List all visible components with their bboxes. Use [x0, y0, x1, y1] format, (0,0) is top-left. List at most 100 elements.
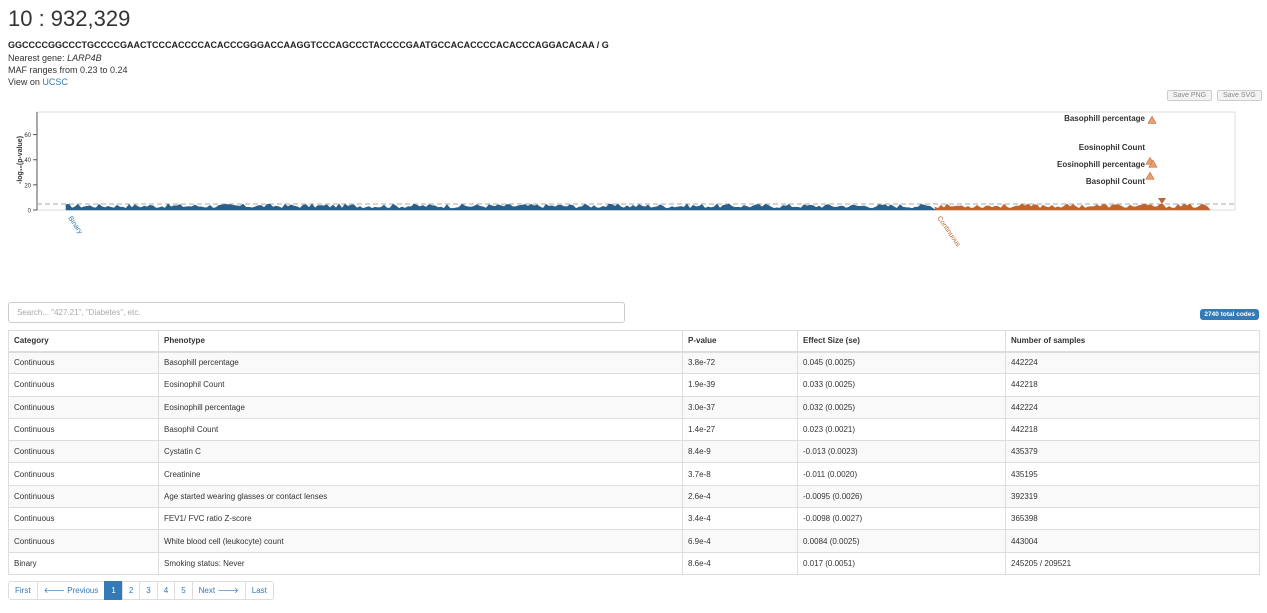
cell-samples: 365398 [1005, 507, 1260, 531]
cell-effect-size: 0.0084 (0.0025) [797, 529, 1006, 553]
cell-category[interactable]: Continuous [8, 462, 159, 486]
category-label-continuous[interactable]: Continuous [935, 215, 961, 248]
cell-category[interactable]: Continuous [8, 417, 159, 442]
table-header-row: Category Phenotype P-value Effect Size (… [8, 330, 1260, 353]
cell-phenotype: Basophill percentage [158, 350, 683, 375]
column-header-samples[interactable]: Number of samples [1005, 330, 1260, 353]
pager-next[interactable]: Next 🡒 [191, 581, 246, 600]
continuous-series [934, 203, 1211, 211]
cell-phenotype: Eosinophill percentage [158, 395, 683, 419]
table-row[interactable]: Continuous Eosinophil Count 1.9e-39 0.033 (… [8, 373, 1260, 397]
column-header-phenotype[interactable]: Phenotype [158, 330, 683, 353]
cell-phenotype: Cystatin C [158, 440, 683, 464]
cell-effect-size: 0.017 (0.0051) [797, 551, 1006, 575]
cell-samples: 442224 [1005, 395, 1260, 419]
save-png-button[interactable]: Save PNG [1167, 90, 1213, 101]
cell-samples: 392319 [1005, 484, 1260, 509]
pager-page-2[interactable]: 2 [121, 581, 141, 600]
cell-category[interactable]: Continuous [8, 484, 159, 509]
cell-phenotype: Smoking status: Never [158, 551, 683, 575]
negative-effect-marker[interactable] [1158, 198, 1166, 204]
table-row[interactable]: Continuous FEV1/ FVC ratio Z-score 3.4e-4-… [8, 507, 1260, 531]
search-input[interactable] [8, 302, 625, 323]
cell-category[interactable]: Continuous [8, 373, 159, 397]
pager-previous[interactable]: 🡐 Previous [36, 581, 106, 600]
column-header-pvalue[interactable]: P-value [682, 330, 798, 353]
cell-pvalue: 2.6e-4 [682, 484, 798, 509]
column-header-effect-size[interactable]: Effect Size (se) [797, 330, 1006, 353]
cell-phenotype: FEV1/ FVC ratio Z-score [158, 507, 683, 531]
cell-effect-size: -0.013 (0.0023) [797, 440, 1006, 464]
cell-effect-size: 0.032 (0.0025) [797, 395, 1006, 419]
cell-samples: 442218 [1005, 373, 1260, 397]
view-on-label: View on [8, 77, 40, 87]
pager-page-1[interactable]: 1 [104, 581, 123, 600]
table-row[interactable]: Continuous Basophill percentage 3.8e-72 0.0… [8, 350, 1260, 375]
labeled-point-text: Basophil Count [1086, 177, 1145, 186]
cell-pvalue: 1.9e-39 [682, 373, 798, 397]
binary-series [65, 203, 936, 211]
cell-samples: 443004 [1005, 529, 1260, 553]
cell-phenotype: Creatinine [158, 462, 683, 486]
cell-category[interactable]: Binary [8, 551, 159, 575]
variant-sequence: GGCCCCGGCCCTGCCCCGAACTCCCACCCCACACCCGGGA… [8, 40, 609, 50]
cell-pvalue: 8.6e-4 [682, 551, 798, 575]
cell-category[interactable]: Continuous [8, 395, 159, 419]
cell-phenotype: White blood cell (leukocyte) count [158, 529, 683, 553]
cell-samples: 435379 [1005, 440, 1260, 464]
category-label-binary[interactable]: Binary [66, 215, 83, 236]
y-ticks: 0 20 40 60 [24, 133, 37, 215]
cell-pvalue: 6.9e-4 [682, 529, 798, 553]
cell-samples: 442218 [1005, 417, 1260, 442]
phewas-plot: 0 20 40 60 -log₁₀(p-value) Basophill percen… [17, 111, 1236, 249]
y-axis-label: -log₁₀(p-value) [17, 136, 24, 184]
y-tick-label: 40 [24, 158, 31, 164]
cell-effect-size: 0.033 (0.0025) [797, 373, 1006, 397]
cell-effect-size: -0.0098 (0.0027) [797, 507, 1006, 531]
cell-pvalue: 8.4e-9 [682, 440, 798, 464]
pager-page-4[interactable]: 4 [156, 581, 176, 600]
view-on-line: View on UCSC [8, 77, 68, 87]
table-row[interactable]: Continuous Cystatin C 8.4e-9 -0.013 (0.0023… [8, 440, 1260, 464]
plot-frame [36, 111, 1236, 211]
cell-samples: 245205 / 209521 [1005, 551, 1260, 575]
variant-title: 10 : 932,329 [8, 6, 131, 31]
cell-effect-size: 0.045 (0.0025) [797, 350, 1006, 375]
table-row[interactable]: Continuous Eosinophill percentage 3.0e-37 0… [8, 395, 1260, 419]
column-header-category[interactable]: Category [8, 330, 159, 353]
labeled-point-text: Eosinophill percentage [1057, 160, 1146, 169]
cell-category[interactable]: Continuous [8, 507, 159, 531]
ucsc-link[interactable]: UCSC [42, 77, 68, 87]
table-row[interactable]: Binary Smoking status: Never 8.6e-4 0.017 (… [8, 551, 1260, 575]
cell-pvalue: 3.0e-37 [682, 395, 798, 419]
save-svg-button[interactable]: Save SVG [1217, 90, 1262, 101]
cell-category[interactable]: Continuous [8, 350, 159, 375]
results-table: Category Phenotype P-value Effect Size (… [8, 330, 1260, 575]
pager-last[interactable]: Last [244, 581, 274, 600]
cell-category[interactable]: Continuous [8, 440, 159, 464]
total-codes-badge: 2740 total codes [1200, 309, 1259, 320]
nearest-gene-value: LARP4B [67, 53, 102, 63]
labeled-point-marker[interactable] [1145, 171, 1155, 180]
labeled-point-marker[interactable] [1147, 115, 1157, 124]
table-row[interactable]: Continuous Creatinine 3.7e-8 -0.011 (0.0020… [8, 462, 1260, 486]
cell-pvalue: 3.4e-4 [682, 507, 798, 531]
cell-pvalue: 3.7e-8 [682, 462, 798, 486]
cell-pvalue: 3.8e-72 [682, 350, 798, 375]
cell-phenotype: Age started wearing glasses or contact l… [158, 484, 683, 509]
table-row[interactable]: Continuous Basophil Count 1.4e-27 0.023 (0.… [8, 417, 1260, 442]
cell-category[interactable]: Continuous [8, 529, 159, 553]
pager-page-5[interactable]: 5 [174, 581, 193, 600]
cell-samples: 442224 [1005, 350, 1260, 375]
table-row[interactable]: Continuous White blood cell (leukocyte) c… [8, 529, 1260, 553]
cell-pvalue: 1.4e-27 [682, 417, 798, 442]
cell-effect-size: 0.023 (0.0021) [797, 417, 1006, 442]
nearest-gene-label: Nearest gene: [8, 53, 65, 63]
table-row[interactable]: Continuous Age started wearing glasses or… [8, 484, 1260, 509]
pagination: First 🡐 Previous 1 2 3 4 5 Next 🡒 Last [8, 581, 274, 600]
cell-phenotype: Basophil Count [158, 417, 683, 442]
cell-effect-size: -0.011 (0.0020) [797, 462, 1006, 486]
pager-first[interactable]: First [8, 581, 38, 600]
cell-phenotype: Eosinophil Count [158, 373, 683, 397]
pager-page-3[interactable]: 3 [139, 581, 158, 600]
